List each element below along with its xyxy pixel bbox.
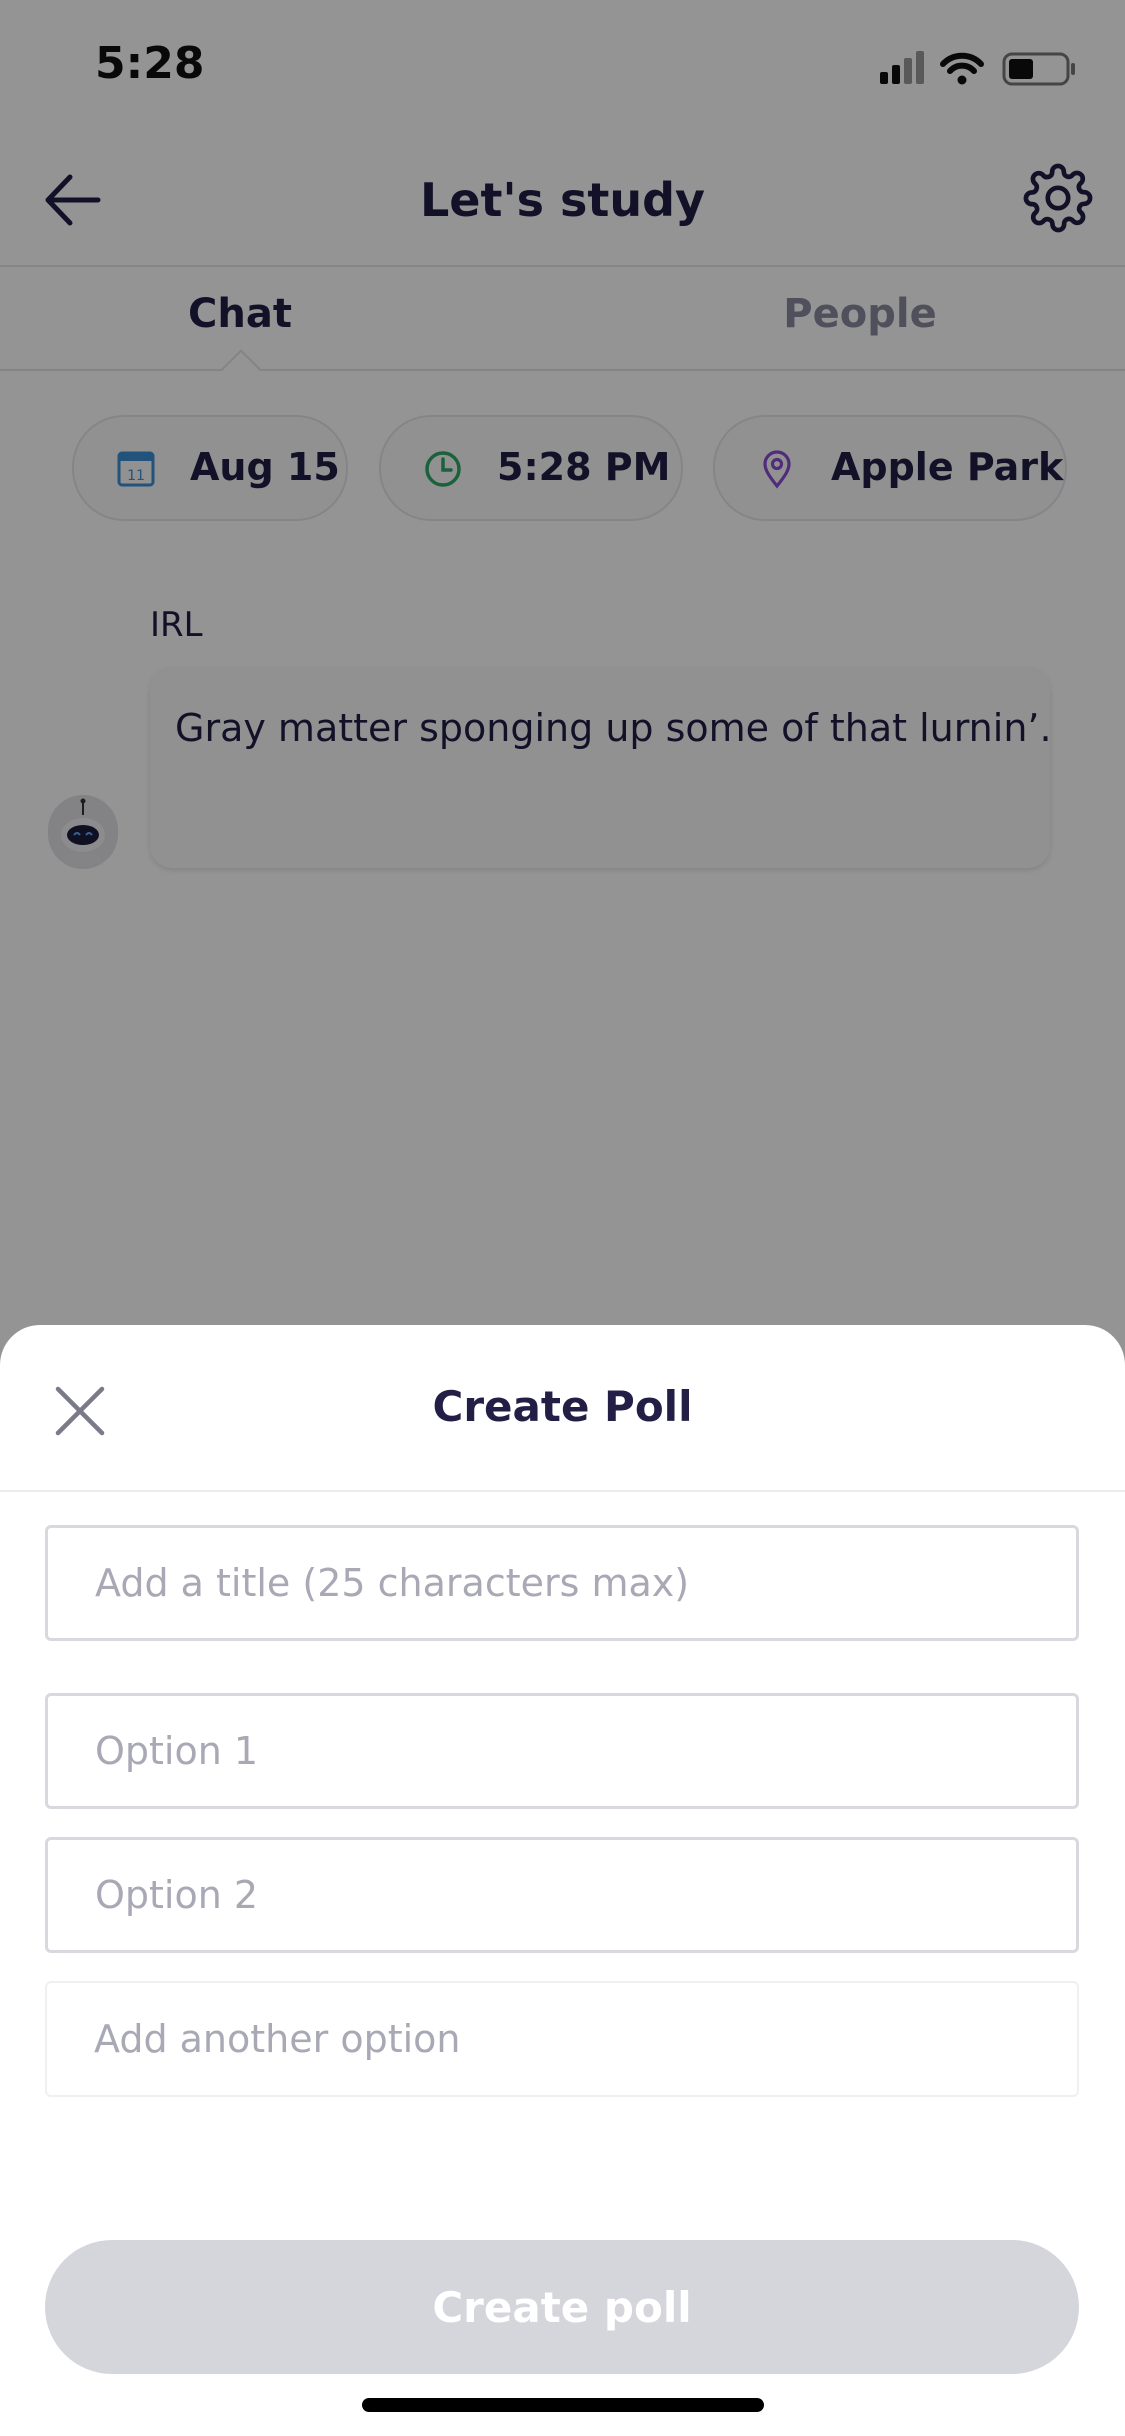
- add-option-field: [45, 1981, 1079, 2097]
- create-poll-sheet: Create Poll Create poll: [0, 1325, 1125, 2436]
- add-option-input[interactable]: [47, 1983, 1077, 2095]
- option-2-input[interactable]: [48, 1840, 1076, 1950]
- poll-title-input[interactable]: [48, 1528, 1076, 1638]
- create-poll-button[interactable]: Create poll: [45, 2240, 1079, 2374]
- sheet-title: Create Poll: [432, 1382, 693, 1431]
- home-indicator: [362, 2398, 764, 2412]
- sheet-header: Create Poll: [0, 1325, 1125, 1492]
- option-2-field: [45, 1837, 1079, 1953]
- option-1-field: [45, 1693, 1079, 1809]
- poll-title-field: [45, 1525, 1079, 1641]
- option-1-input[interactable]: [48, 1696, 1076, 1806]
